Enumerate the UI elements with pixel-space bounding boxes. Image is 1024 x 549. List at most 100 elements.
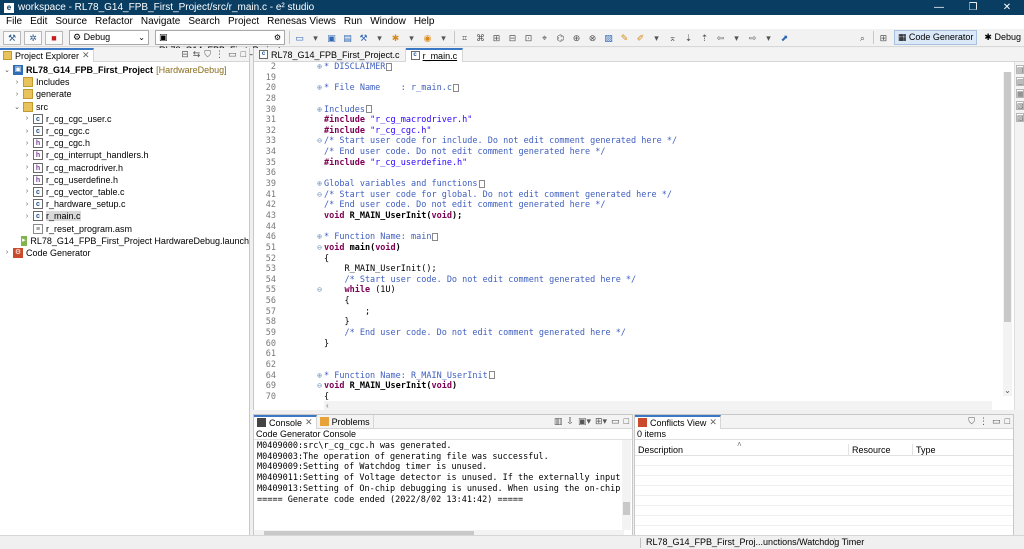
view-menu-icon[interactable]: ⋮: [215, 49, 224, 60]
debug-icon[interactable]: ✱: [389, 31, 402, 45]
tool-icon[interactable]: ⊞: [490, 31, 503, 45]
expand-fold-icon[interactable]: ⊕: [276, 371, 324, 382]
filter-icon[interactable]: ⛉: [968, 416, 975, 427]
tree-item[interactable]: › ⚙ Code Generator: [0, 247, 249, 259]
column-header-description[interactable]: Description: [635, 444, 849, 455]
expand-fold-icon[interactable]: ⊕: [276, 105, 324, 116]
code-area[interactable]: 2 ⊕ * DISCLAIMER 19 20 ⊕ * File Name : r_main.…: [254, 62, 994, 400]
open-task-icon[interactable]: ⬈: [778, 31, 791, 45]
tree-item[interactable]: › c r_main.c: [0, 210, 249, 222]
tree-item[interactable]: › c r_hardware_setup.c: [0, 198, 249, 210]
scroll-thumb[interactable]: [1004, 72, 1011, 322]
back-dropdown-icon[interactable]: ▾: [730, 31, 743, 45]
code-line[interactable]: 70 {: [254, 392, 994, 400]
tree-item[interactable]: › h r_cg_interrupt_handlers.h: [0, 149, 249, 161]
close-icon[interactable]: ✕: [709, 417, 717, 428]
tree-item[interactable]: › generate: [0, 88, 249, 100]
code-line[interactable]: 30 ⊕ Includes: [254, 105, 994, 116]
perspective-code-generator[interactable]: ▦ Code Generator: [893, 30, 978, 45]
menu-item-window[interactable]: Window: [366, 15, 410, 29]
launch-mode-select[interactable]: ⚙ Debug ⌄: [69, 30, 149, 45]
tab-problems[interactable]: Problems: [317, 414, 374, 429]
tree-item[interactable]: ⌄ ▣ RL78_G14_FPB_First_Project [HardwareDeb…: [0, 64, 249, 76]
expanded-chevron-icon[interactable]: ⌄: [3, 66, 11, 74]
new-dropdown-icon[interactable]: ▾: [309, 31, 322, 45]
annotation-icon[interactable]: ✐: [634, 31, 647, 45]
tree-item[interactable]: ≡ r_reset_program.asm: [0, 222, 249, 234]
run-dropdown-icon[interactable]: ▾: [437, 31, 450, 45]
stop-icon[interactable]: ■: [45, 30, 63, 45]
collapsed-chevron-icon[interactable]: ›: [23, 152, 31, 159]
column-header-resource[interactable]: Resource: [849, 444, 913, 455]
open-console-icon[interactable]: ⊞▾: [595, 416, 607, 427]
code-line[interactable]: 35 #include "r_cg_userdefine.h": [254, 158, 994, 169]
code-line[interactable]: 59 /* End user code. Do not edit comment…: [254, 328, 994, 339]
collapse-fold-icon[interactable]: ⊖: [276, 136, 324, 147]
scroll-lock-icon[interactable]: ⇩: [566, 416, 574, 427]
collapsed-chevron-icon[interactable]: ›: [23, 176, 31, 183]
tree-item[interactable]: ▸ RL78_G14_FPB_First_Project HardwareDebu…: [0, 235, 249, 247]
menu-item-navigate[interactable]: Navigate: [137, 15, 184, 29]
minimize-view-icon[interactable]: ▭: [611, 416, 620, 427]
collapsed-chevron-icon[interactable]: ›: [13, 91, 21, 98]
minimize-view-icon[interactable]: ▭: [228, 49, 237, 60]
maximize-view-icon[interactable]: □: [241, 49, 246, 60]
expanded-chevron-icon[interactable]: ⌄: [13, 103, 21, 111]
tree-item[interactable]: › Includes: [0, 76, 249, 88]
tab-console[interactable]: Console ✕: [254, 414, 317, 429]
search-icon[interactable]: ⌕: [856, 31, 869, 45]
tool-icon[interactable]: ⊕: [570, 31, 583, 45]
registers-icon[interactable]: ▧: [1016, 101, 1024, 110]
menu-item-source[interactable]: Source: [51, 15, 91, 29]
maximize-view-icon[interactable]: □: [624, 416, 629, 427]
menu-item-project[interactable]: Project: [224, 15, 263, 29]
scroll-left-icon[interactable]: ‹: [326, 401, 329, 410]
editor-tab[interactable]: c r_main.c: [405, 47, 464, 62]
perspective-debug[interactable]: ✱ Debug: [981, 30, 1024, 45]
code-line[interactable]: 53 R_MAIN_UserInit();: [254, 264, 994, 275]
tab-conflicts-view[interactable]: Conflicts View ✕: [635, 414, 721, 429]
link-editor-icon[interactable]: ⇆: [193, 49, 201, 60]
close-icon[interactable]: ✕: [305, 417, 313, 428]
code-line[interactable]: 28: [254, 94, 994, 105]
collapsed-chevron-icon[interactable]: ›: [23, 188, 31, 195]
code-line[interactable]: 32 #include "r_cg_cgc.h": [254, 126, 994, 137]
expand-fold-icon[interactable]: ⊕: [276, 232, 324, 243]
code-line[interactable]: 51 ⊖ void main(void): [254, 243, 994, 254]
code-line[interactable]: 44: [254, 222, 994, 233]
close-icon[interactable]: ✕: [82, 50, 90, 61]
collapse-fold-icon[interactable]: ⊖: [276, 190, 324, 201]
minimize-button[interactable]: —: [922, 0, 956, 15]
manage-launch-icon[interactable]: ⚒: [3, 30, 21, 45]
collapsed-chevron-icon[interactable]: ›: [23, 213, 31, 220]
code-line[interactable]: 42 /* End user code. Do not edit comment …: [254, 200, 994, 211]
code-line[interactable]: 52 {: [254, 254, 994, 265]
code-line[interactable]: 60}: [254, 339, 994, 350]
build-dropdown-icon[interactable]: ▾: [373, 31, 386, 45]
forward-icon[interactable]: ⇨: [746, 31, 759, 45]
code-line[interactable]: 64 ⊕ * Function Name: R_MAIN_UserInit: [254, 371, 994, 382]
folded-region-icon[interactable]: [488, 371, 495, 380]
tool-icon[interactable]: ⌘: [474, 31, 487, 45]
launch-debug-icon[interactable]: ✲: [24, 30, 42, 45]
pin-console-icon[interactable]: ▥: [554, 416, 563, 427]
collapsed-chevron-icon[interactable]: ›: [23, 128, 31, 135]
code-line[interactable]: 58 }: [254, 317, 994, 328]
console-vertical-scrollbar[interactable]: [622, 440, 631, 530]
tree-item[interactable]: › c r_cg_cgc.c: [0, 125, 249, 137]
pin-icon[interactable]: ⌅: [666, 31, 679, 45]
column-header-type[interactable]: Type: [913, 444, 1013, 455]
next-annotation-icon[interactable]: ⇣: [682, 31, 695, 45]
menu-item-help[interactable]: Help: [410, 15, 439, 29]
code-line[interactable]: 33 ⊖/* Start user code for include. Do no…: [254, 136, 994, 147]
toggle-mark-icon[interactable]: ▨: [602, 31, 615, 45]
code-line[interactable]: 69 ⊖ void R_MAIN_UserInit(void): [254, 381, 994, 392]
editor-horizontal-scrollbar[interactable]: ‹: [324, 401, 992, 410]
close-button[interactable]: ✕: [990, 0, 1024, 15]
tool-icon[interactable]: ⌖: [538, 31, 551, 45]
code-line[interactable]: 36: [254, 168, 994, 179]
tree-item[interactable]: › h r_cg_macrodriver.h: [0, 162, 249, 174]
collapsed-chevron-icon[interactable]: ›: [23, 201, 31, 208]
code-line[interactable]: 43 void R_MAIN_UserInit(void);: [254, 211, 994, 222]
code-line[interactable]: 56 {: [254, 296, 994, 307]
